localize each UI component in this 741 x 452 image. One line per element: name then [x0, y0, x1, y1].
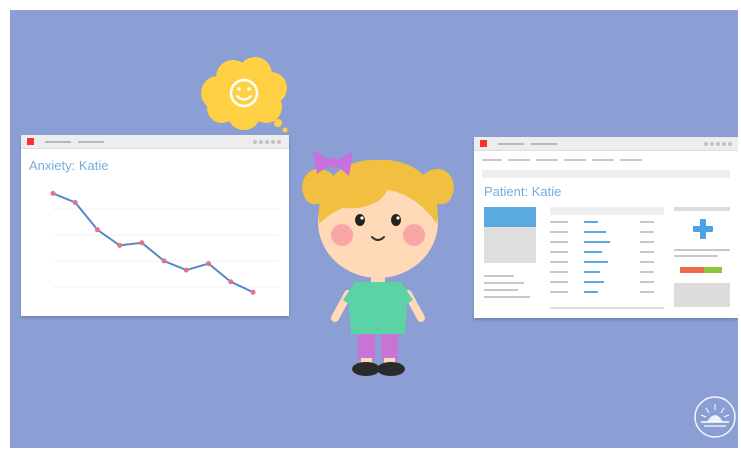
sunrise-logo-icon: [694, 396, 736, 438]
chart-data-point: [139, 240, 145, 246]
table-cell-label: [550, 271, 568, 273]
chart-data-point: [228, 279, 234, 285]
info-line: [484, 275, 514, 277]
table-cell-label: [550, 251, 568, 253]
titlebar-tab: [531, 143, 557, 145]
chart-data-point: [250, 289, 256, 295]
info-line: [484, 289, 518, 291]
info-line: [484, 282, 524, 284]
scene-background: Anxiety: Katie Patient: Katie: [10, 10, 738, 448]
table-cell-bar: [584, 231, 606, 233]
status-bar-green: [704, 267, 722, 273]
anxiety-chart-window: Anxiety: Katie: [21, 135, 289, 316]
nav-menu-item[interactable]: [620, 159, 642, 161]
table-cell-bar: [584, 291, 598, 293]
medical-cross-icon: [693, 219, 713, 239]
panel-line: [674, 249, 730, 251]
anxiety-line-chart: [50, 190, 279, 295]
table-cell-label: [550, 221, 568, 223]
window-titlebar: [474, 137, 738, 151]
table-cell-value: [640, 241, 654, 243]
table-cell-bar: [584, 251, 602, 253]
status-bar-red: [680, 267, 704, 273]
window-control-icon[interactable]: [704, 142, 708, 146]
close-icon[interactable]: [480, 140, 487, 147]
chart-data-point: [206, 261, 212, 267]
window-control-icon[interactable]: [728, 142, 732, 146]
hair-bow: [313, 150, 353, 176]
nav-menu-item[interactable]: [536, 159, 558, 161]
nav-menu-item[interactable]: [592, 159, 614, 161]
nav-menu-item[interactable]: [564, 159, 586, 161]
table-cell-bar: [584, 281, 604, 283]
chart-data-point: [183, 267, 189, 273]
table-cell-bar: [584, 241, 610, 243]
patient-record-window: Patient: Katie: [474, 137, 738, 318]
window-control-icon[interactable]: [710, 142, 714, 146]
table-cell-value: [640, 271, 654, 273]
table-cell-label: [550, 261, 568, 263]
table-cell-value: [640, 221, 654, 223]
patient-title: Patient: Katie: [484, 184, 562, 199]
window-control-icon[interactable]: [722, 142, 726, 146]
chart-data-point: [50, 190, 56, 196]
patient-photo-header: [484, 207, 536, 227]
nav-menu-item[interactable]: [508, 159, 530, 161]
table-cell-value: [640, 251, 654, 253]
titlebar-tab: [498, 143, 524, 145]
table-cell-value: [640, 291, 654, 293]
chart-data-point: [161, 258, 167, 264]
table-cell-bar: [584, 271, 600, 273]
chart-data-point: [94, 227, 100, 233]
table-cell-label: [550, 291, 568, 293]
thought-bubble: [201, 57, 288, 133]
panel-line: [674, 255, 718, 257]
anxiety-series-line: [52, 192, 254, 294]
panel-box: [674, 283, 730, 307]
table-cell-bar: [584, 261, 608, 263]
girl-character: [302, 150, 454, 376]
table-cell-value: [640, 261, 654, 263]
window-control-icon[interactable]: [716, 142, 720, 146]
table-cell-value: [640, 281, 654, 283]
chart-data-point: [117, 242, 123, 248]
table-cell-label: [550, 241, 568, 243]
table-cell-bar: [584, 221, 598, 223]
table-cell-label: [550, 281, 568, 283]
table-header: [550, 207, 664, 215]
nav-menu-item[interactable]: [482, 159, 502, 161]
table-cell-label: [550, 231, 568, 233]
search-bar[interactable]: [482, 170, 730, 178]
table-footer: [550, 307, 664, 309]
chart-data-point: [72, 200, 78, 205]
info-line: [484, 296, 530, 298]
table-cell-value: [640, 231, 654, 233]
panel-header: [674, 207, 730, 211]
